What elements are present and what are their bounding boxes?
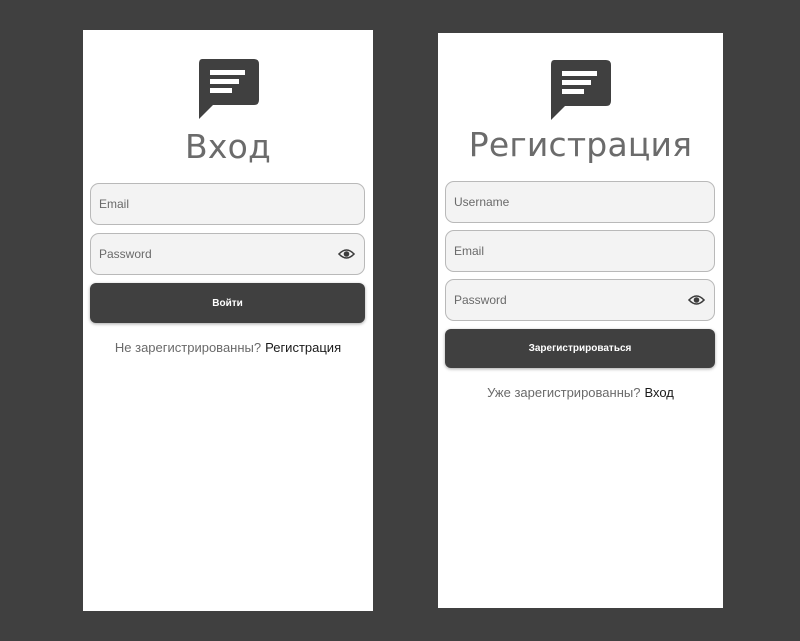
login-link[interactable]: Вход	[644, 385, 673, 400]
password-field[interactable]	[445, 279, 715, 321]
password-input[interactable]	[446, 280, 714, 320]
eye-icon[interactable]	[688, 293, 705, 307]
login-screen: Вход Войти Не зарегистрированны?Регистра…	[83, 30, 373, 611]
page-title: Вход	[185, 127, 271, 166]
eye-icon[interactable]	[338, 247, 355, 261]
login-button[interactable]: Войти	[90, 283, 365, 323]
register-prompt: Не зарегистрированны? Регистрация	[83, 340, 373, 355]
register-prompt-text: Не зарегистрированны?	[114, 340, 262, 355]
login-prompt: Уже зарегистрированны? Вход	[438, 385, 723, 400]
email-field[interactable]	[90, 183, 365, 225]
page-title: Регистрация	[468, 125, 693, 164]
chat-message-icon	[197, 59, 259, 119]
email-input[interactable]	[91, 184, 364, 224]
email-field[interactable]	[445, 230, 715, 272]
register-screen: Регистрация Зарегистрироваться Уже зарег…	[438, 33, 723, 608]
register-link[interactable]: Регистрация	[265, 340, 341, 355]
username-field[interactable]	[445, 181, 715, 223]
login-prompt-text: Уже зарегистрированны?	[487, 385, 641, 400]
password-input[interactable]	[91, 234, 364, 274]
password-field[interactable]	[90, 233, 365, 275]
username-input[interactable]	[446, 182, 714, 222]
register-button[interactable]: Зарегистрироваться	[445, 329, 715, 368]
email-input[interactable]	[446, 231, 714, 271]
chat-message-icon	[549, 60, 611, 120]
